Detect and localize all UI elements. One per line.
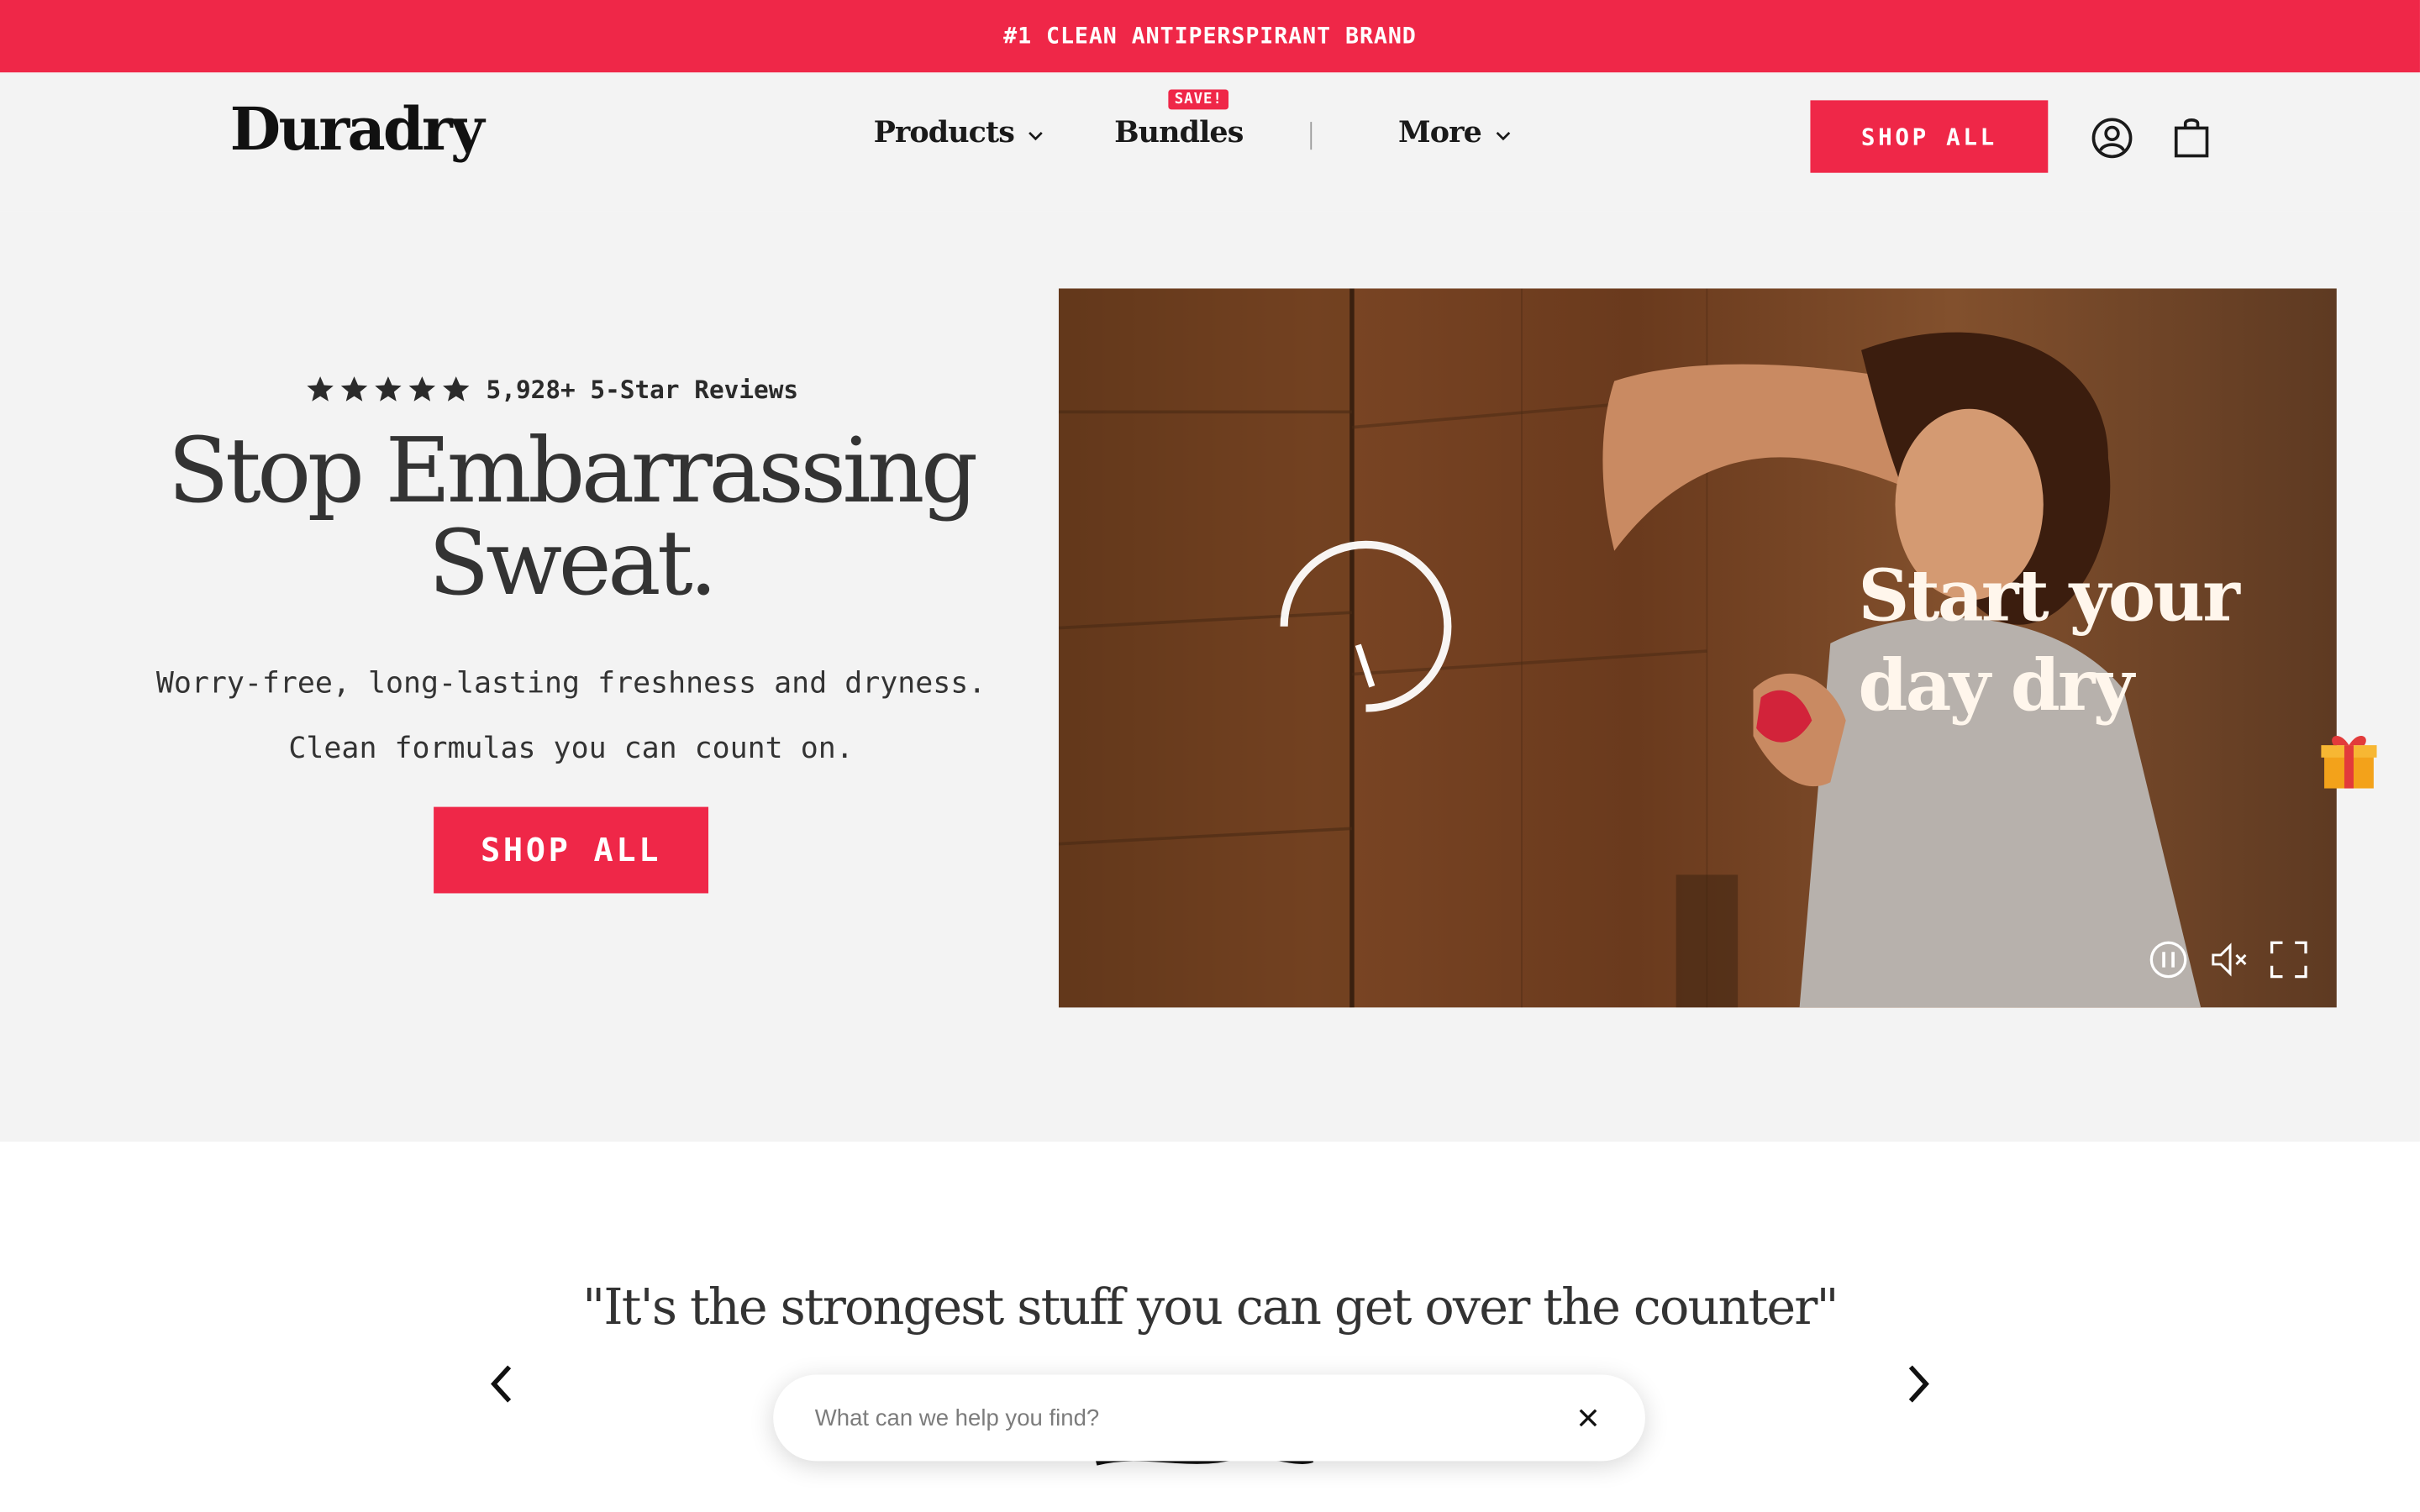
rating-text: 5,928+ 5-Star Reviews	[486, 375, 799, 405]
hero-title-line1: Stop Embarrassing	[167, 417, 979, 523]
fullscreen-icon[interactable]	[2269, 940, 2309, 980]
testimonial-quote: "It's the strongest stuff you can get ov…	[582, 1277, 1839, 1336]
site-header: Duradry Products SAVE! Bundles More SHOP…	[0, 72, 2420, 212]
nav-divider	[1310, 122, 1313, 150]
nav-more-label: More	[1398, 115, 1482, 150]
nav-bundles[interactable]: Bundles	[1114, 115, 1244, 150]
star-icon	[307, 376, 334, 402]
hero-title: Stop Embarrassing Sweat.	[108, 424, 1034, 609]
chevron-right-icon[interactable]	[1902, 1361, 1935, 1407]
account-icon[interactable]	[2091, 118, 2133, 160]
star-icon	[443, 376, 470, 402]
shop-all-button-hero[interactable]: SHOP ALL	[434, 806, 709, 894]
pause-icon[interactable]	[2149, 940, 2189, 980]
hero-title-line2: Sweat.	[428, 510, 718, 616]
loading-spinner-icon	[1280, 540, 1452, 712]
shop-all-button-header[interactable]: SHOP ALL	[1810, 100, 2049, 173]
search-bar[interactable]	[773, 1374, 1645, 1462]
star-icon	[408, 376, 436, 402]
nav-more[interactable]: More	[1398, 116, 1512, 150]
announcement-text: #1 CLEAN ANTIPERSPIRANT BRAND	[1003, 24, 1417, 49]
chevron-down-icon	[1496, 131, 1510, 141]
search-input[interactable]	[812, 1403, 1544, 1433]
chevron-left-icon[interactable]	[485, 1361, 518, 1407]
hero-section: 5,928+ 5-Star Reviews Stop Embarrassing …	[0, 211, 2420, 1142]
nav-bundles-label: Bundles	[1114, 115, 1244, 150]
announcement-bar: #1 CLEAN ANTIPERSPIRANT BRAND	[0, 0, 2420, 73]
rating-row[interactable]: 5,928+ 5-Star Reviews	[306, 375, 798, 404]
video-caption-line2: day dry	[1858, 643, 2133, 727]
star-icon	[340, 376, 368, 402]
save-badge: SAVE!	[1168, 89, 1229, 110]
chevron-down-icon	[1028, 131, 1043, 141]
mute-icon[interactable]	[2208, 940, 2249, 980]
brand-logo[interactable]: Duradry	[230, 94, 485, 164]
star-icon	[375, 376, 402, 402]
nav-products[interactable]: Products	[874, 116, 1045, 150]
hero-subtitle: Worry-free, long-lasting freshness and d…	[155, 666, 986, 766]
hero-video[interactable]: Start your day dry	[1058, 288, 2337, 1008]
close-icon[interactable]	[1577, 1407, 1599, 1429]
star-rating	[306, 375, 471, 404]
nav-products-label: Products	[873, 115, 1015, 150]
video-caption-line1: Start your	[1858, 554, 2239, 638]
gift-icon[interactable]	[2315, 727, 2383, 795]
cart-icon[interactable]	[2173, 116, 2210, 159]
testimonial-section: "It's the strongest stuff you can get ov…	[0, 1142, 2420, 1512]
video-caption: Start your day dry	[1858, 551, 2321, 730]
